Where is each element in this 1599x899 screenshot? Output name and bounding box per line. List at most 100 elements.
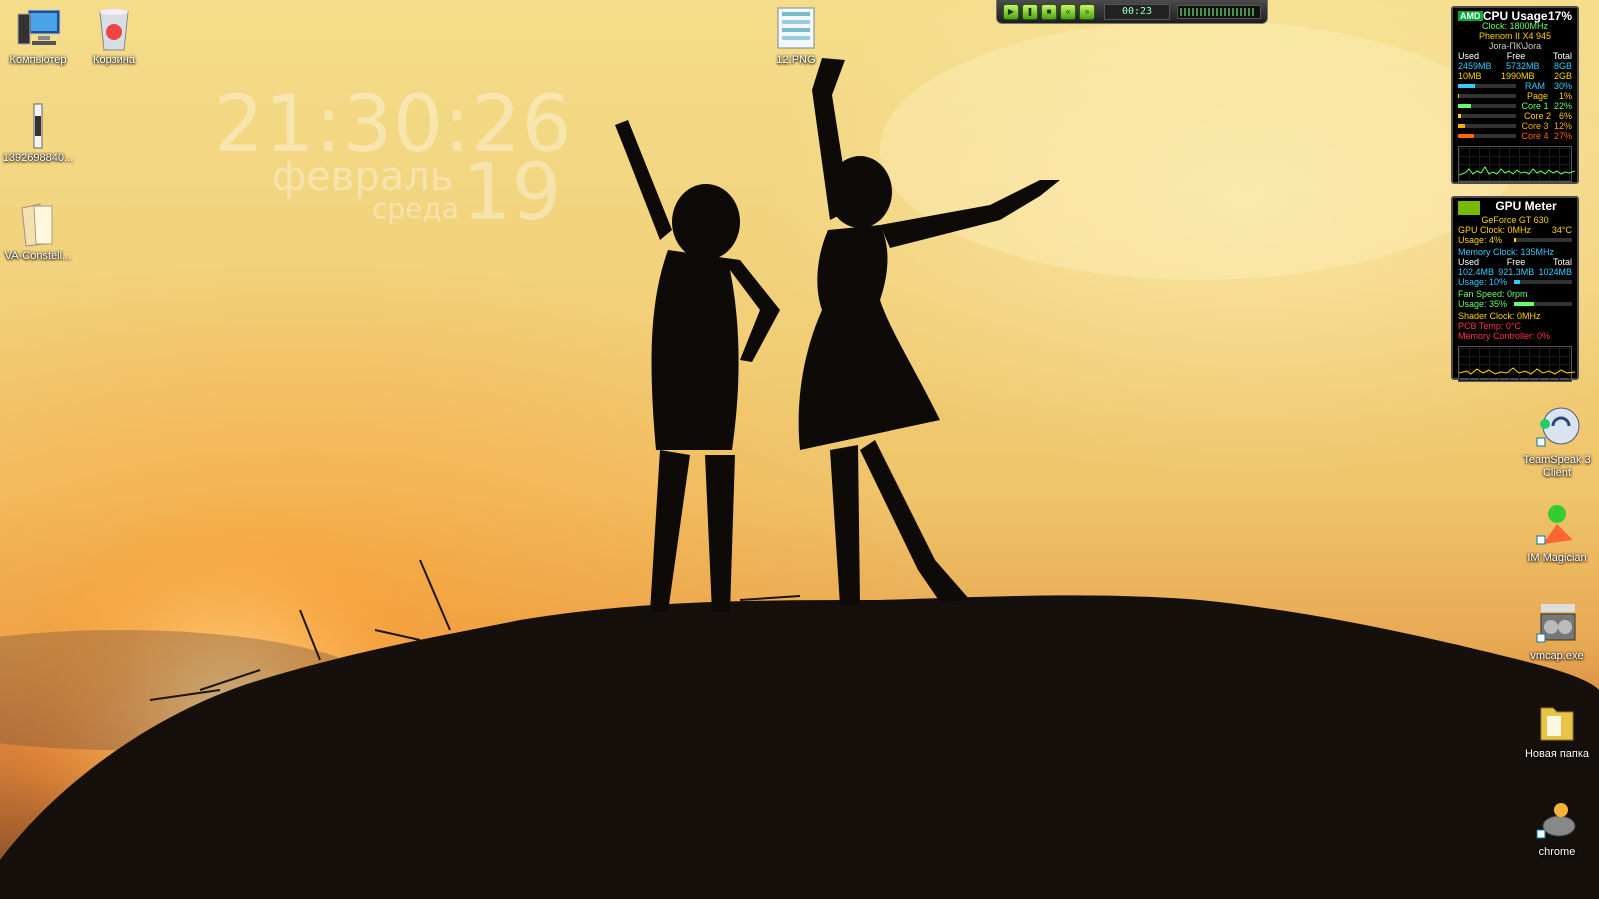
cpu-gadget-title: CPU Usage — [1482, 9, 1548, 23]
cpu-meter-row: Page 1% — [1458, 91, 1572, 101]
folder-icon — [14, 200, 62, 248]
desktop-icon-label: TeamSpeak 3 Client — [1523, 454, 1591, 479]
cpu-history-graph — [1458, 146, 1575, 182]
mem-used: 102.4MB — [1458, 267, 1495, 277]
clock-day: 19 — [462, 148, 562, 238]
meter-value: 6% — [1558, 111, 1572, 121]
meter-label: Core 4 — [1521, 131, 1549, 141]
cpu-meters: RAM 30% Page 1% Core 1 22% Core 2 6% Core 3 12% Co… — [1458, 81, 1572, 141]
col-header: Total — [1552, 51, 1572, 61]
cpu-meter-row: Core 1 22% — [1458, 101, 1572, 111]
meter-bar — [1458, 124, 1516, 128]
play-button[interactable]: ▶ — [1003, 3, 1019, 20]
meter-value: 22% — [1553, 101, 1572, 111]
cpu-host: Jora-ПК\Jora — [1488, 41, 1542, 51]
page-used: 10MB — [1458, 71, 1482, 81]
fan-usage: Usage: 35% — [1458, 299, 1508, 309]
clock-weekday: среда — [372, 192, 459, 225]
meter-value: 27% — [1553, 131, 1572, 141]
im-magician-icon — [1533, 502, 1581, 550]
desktop-icon-label: Корзина — [93, 54, 135, 66]
desktop-icon-new-folder[interactable]: Новая папка — [1519, 698, 1595, 761]
desktop-icon-vmcap[interactable]: vmcap.exe — [1519, 600, 1595, 663]
next-button[interactable]: » — [1079, 3, 1095, 20]
teamspeak-icon — [1533, 404, 1581, 452]
meter-bar — [1458, 114, 1516, 118]
recycle-bin-icon — [90, 4, 138, 52]
pause-button[interactable]: ❚ — [1022, 3, 1038, 20]
amd-logo-icon: AMD — [1458, 11, 1483, 21]
page-total: 2GB — [1553, 71, 1572, 81]
fan-speed: Fan Speed: 0rpm — [1458, 289, 1528, 299]
player-time: 00:23 — [1104, 3, 1170, 20]
desktop-icon-label: 12.PNG — [776, 54, 816, 66]
cpu-meter-row: Core 2 6% — [1458, 111, 1572, 121]
gpu-usage-bar — [1514, 238, 1572, 242]
ram-free: 5732MB — [1505, 61, 1540, 71]
meter-label: Page — [1526, 91, 1548, 101]
meter-bar — [1458, 94, 1516, 98]
desktop-icon-label: 1392698840... — [2, 152, 74, 164]
gpu-name: GeForce GT 630 — [1481, 215, 1549, 225]
meter-value: 30% — [1553, 81, 1572, 91]
col-header: Used — [1458, 257, 1480, 267]
desktop-icon-teamspeak[interactable]: TeamSpeak 3 Client — [1519, 404, 1595, 480]
gpu-usage: Usage: 4% — [1458, 235, 1503, 245]
computer-icon — [14, 4, 62, 52]
cpu-meter-row: Core 3 12% — [1458, 121, 1572, 131]
ram-total: 8GB — [1553, 61, 1572, 71]
stop-button[interactable]: ■ — [1041, 3, 1057, 20]
desktop-icon-computer[interactable]: Компьютер — [0, 4, 76, 67]
desktop-icon-im-magician[interactable]: IM Magician — [1519, 502, 1595, 565]
cpu-usage-gadget[interactable]: AMD CPU Usage 17% Clock: 1800MHz Phenom … — [1451, 6, 1579, 184]
gpu-gadget-title: GPU Meter — [1495, 199, 1557, 213]
col-header: Free — [1506, 51, 1526, 61]
desktop-icon-recycle-bin[interactable]: Корзина — [76, 4, 152, 67]
gpu-history-graph — [1458, 346, 1575, 382]
meter-bar — [1458, 104, 1516, 108]
shader-clock: Shader Clock: 0MHz — [1458, 311, 1541, 321]
col-header: Total — [1552, 257, 1572, 267]
previous-button[interactable]: « — [1060, 3, 1076, 20]
chrome-icon — [1533, 796, 1581, 844]
meter-label: Core 1 — [1521, 101, 1549, 111]
page-free: 1990MB — [1500, 71, 1535, 81]
cpu-meter-row: Core 4 27% — [1458, 131, 1572, 141]
desktop-icon-chrome[interactable]: chrome — [1519, 796, 1595, 859]
desktop-icon-label: IM Magician — [1527, 552, 1587, 564]
meter-label: Core 2 — [1523, 111, 1551, 121]
meter-bar — [1458, 84, 1516, 88]
desktop-icon-image-file[interactable]: 1392698840... — [0, 102, 76, 165]
ram-used: 2459MB — [1458, 61, 1492, 71]
desktop-icon-folder[interactable]: VA-Constell... — [0, 200, 76, 263]
meter-bar — [1458, 134, 1516, 138]
mem-usage: Usage: 10% — [1458, 277, 1508, 287]
volume-slider[interactable] — [1177, 4, 1261, 19]
folder-icon — [1533, 698, 1581, 746]
gpu-clock: GPU Clock: 0MHz — [1458, 225, 1532, 235]
pcb-temp: PCB Temp: 0°C — [1458, 321, 1521, 331]
meter-value: 12% — [1553, 121, 1572, 131]
cpu-meter-row: RAM 30% — [1458, 81, 1572, 91]
media-player-bar: ▶ ❚ ■ « » 00:23 — [996, 0, 1268, 24]
mem-free: 921.3MB — [1498, 267, 1535, 277]
gpu-meter-gadget[interactable]: GPU Meter GeForce GT 630 GPU Clock: 0MHz… — [1451, 196, 1579, 382]
meter-label: Core 3 — [1521, 121, 1549, 131]
meter-value: 1% — [1558, 91, 1572, 101]
meter-label: RAM — [1524, 81, 1545, 91]
cpu-name: Phenom II X4 945 — [1478, 31, 1552, 41]
image-file-icon — [14, 102, 62, 150]
mem-usage-bar — [1514, 280, 1572, 284]
desktop-icon-label: VA-Constell... — [4, 250, 72, 262]
fan-usage-bar — [1514, 302, 1572, 306]
memory-controller: Memory Controller: 0% — [1458, 331, 1551, 341]
memory-clock: Memory Clock: 135MHz — [1458, 247, 1555, 257]
desktop-icon-label: Новая папка — [1524, 748, 1590, 760]
col-header: Used — [1458, 51, 1480, 61]
desktop-icon-png-file[interactable]: 12.PNG — [758, 4, 834, 67]
gpu-temp: 34°C — [1551, 225, 1572, 235]
desktop-icon-label: chrome — [1538, 846, 1576, 858]
nvidia-logo-icon — [1458, 201, 1480, 215]
vmcap-icon — [1533, 600, 1581, 648]
cpu-usage-percent: 17% — [1547, 9, 1572, 23]
